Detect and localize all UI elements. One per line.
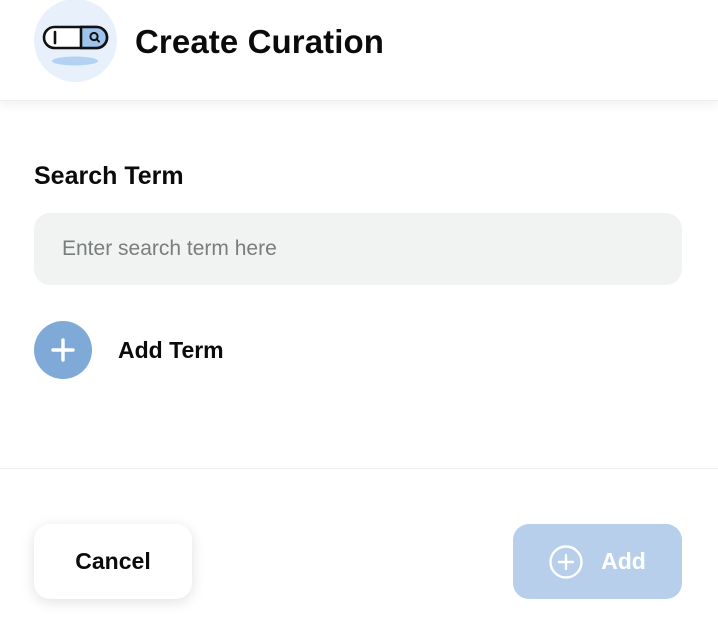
footer-divider <box>0 468 718 469</box>
add-button-label: Add <box>601 548 646 574</box>
cancel-button[interactable]: Cancel <box>34 524 192 599</box>
search-toggle-icon <box>34 0 117 82</box>
dialog-header: Create Curation <box>0 0 718 101</box>
add-term-label: Add Term <box>118 336 224 363</box>
search-term-label: Search Term <box>34 162 184 190</box>
add-term-button[interactable]: Add Term <box>34 321 224 379</box>
plus-circle-icon <box>549 544 583 579</box>
page-title: Create Curation <box>135 23 385 60</box>
search-term-input[interactable] <box>34 213 682 285</box>
create-curation-dialog: Create Curation Search Term Add Term Can… <box>0 0 718 638</box>
add-button[interactable]: Add <box>513 524 682 599</box>
plus-icon[interactable] <box>34 321 92 379</box>
